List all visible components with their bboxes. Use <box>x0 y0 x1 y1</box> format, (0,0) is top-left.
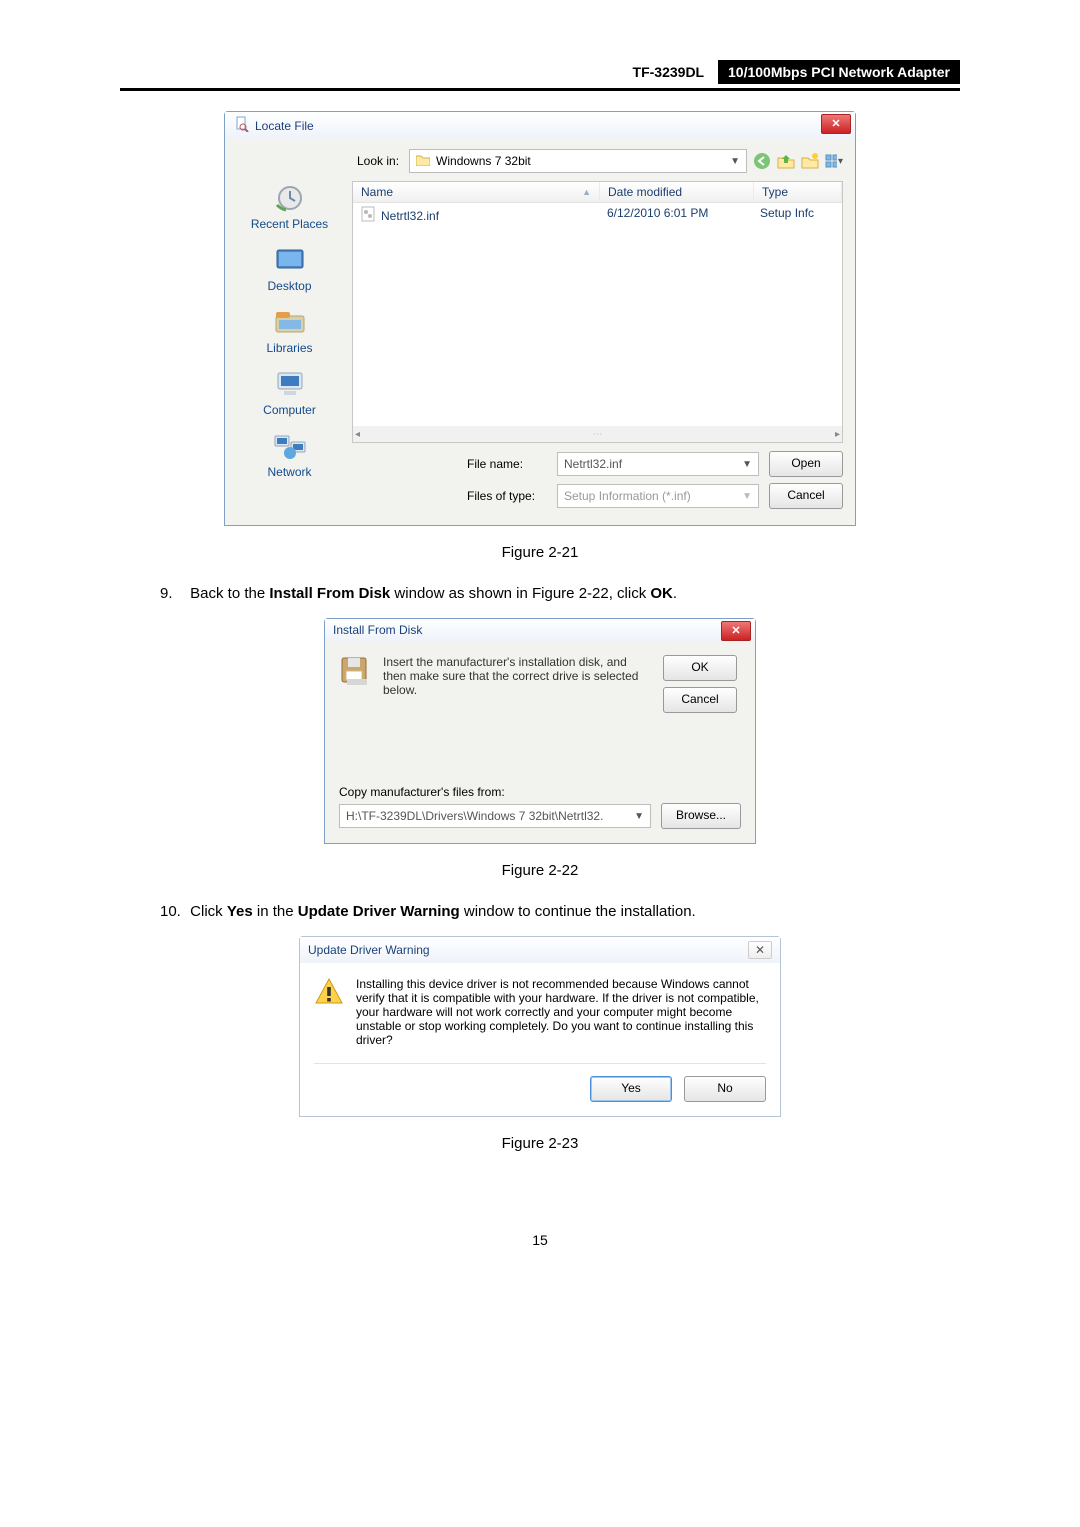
yes-button[interactable]: Yes <box>590 1076 672 1102</box>
chevron-down-icon: ▼ <box>742 459 752 470</box>
model-code: TF-3239DL <box>623 60 715 84</box>
libraries-icon <box>269 305 311 339</box>
search-file-icon <box>233 116 249 135</box>
cancel-button[interactable]: Cancel <box>663 687 737 713</box>
floppy-disk-icon <box>339 655 371 687</box>
look-in-label: Look in: <box>357 154 399 168</box>
horizontal-scrollbar[interactable]: ◂ ⋯ ▸ <box>353 426 842 442</box>
copy-path-combo[interactable]: H:\TF-3239DL\Drivers\Windows 7 32bit\Net… <box>339 804 651 828</box>
dialog-titlebar: Install From Disk ✕ <box>325 619 755 641</box>
table-row[interactable]: Netrtl32.inf 6/12/2010 6:01 PM Setup Inf… <box>353 203 842 228</box>
new-folder-icon[interactable] <box>801 152 819 170</box>
place-computer[interactable]: Computer <box>237 367 342 417</box>
chevron-down-icon: ▼ <box>730 156 740 167</box>
figure-caption-21: Figure 2-21 <box>120 544 960 561</box>
dialog-title: Update Driver Warning <box>308 943 430 957</box>
col-type-header[interactable]: Type <box>754 182 842 202</box>
page-number: 15 <box>120 1232 960 1248</box>
back-icon[interactable] <box>753 152 771 170</box>
warning-message: Installing this device driver is not rec… <box>356 977 766 1047</box>
desktop-icon <box>269 243 311 277</box>
step-9: 9. Back to the Install From Disk window … <box>160 585 900 602</box>
step-10: 10. Click Yes in the Update Driver Warni… <box>160 903 900 920</box>
file-name-label: File name: <box>467 457 547 471</box>
close-button[interactable]: ✕ <box>721 621 751 641</box>
col-name-header[interactable]: Name ▲ <box>353 182 600 202</box>
place-label: Network <box>237 465 342 479</box>
up-one-level-icon[interactable] <box>777 152 795 170</box>
dialog-titlebar: Locate File ✕ <box>225 112 855 139</box>
look-in-combo[interactable]: Windowns 7 32bit ▼ <box>409 149 747 173</box>
no-button[interactable]: No <box>684 1076 766 1102</box>
dialog-title: Locate File <box>255 119 314 133</box>
files-of-type-label: Files of type: <box>467 489 547 503</box>
dialog-title: Install From Disk <box>333 623 422 637</box>
row-type: Setup Infc <box>752 203 842 228</box>
look-in-value: Windowns 7 32bit <box>436 154 531 168</box>
computer-icon <box>269 367 311 401</box>
dialog-message: Insert the manufacturer's installation d… <box>383 655 651 713</box>
chevron-down-icon: ▾ <box>838 156 843 167</box>
views-menu-icon[interactable]: ▾ <box>825 152 843 170</box>
network-icon <box>269 429 311 463</box>
row-name: Netrtl32.inf <box>381 209 439 223</box>
folder-icon <box>416 154 430 169</box>
scroll-right-icon[interactable]: ▸ <box>835 429 840 440</box>
locate-file-dialog: Locate File ✕ Look in: Windowns 7 32bit … <box>224 111 856 526</box>
row-date: 6/12/2010 6:01 PM <box>599 203 752 228</box>
product-name: 10/100Mbps PCI Network Adapter <box>718 60 960 84</box>
cancel-button[interactable]: Cancel <box>769 483 843 509</box>
column-headers: Name ▲ Date modified Type <box>353 182 842 203</box>
place-libraries[interactable]: Libraries <box>237 305 342 355</box>
file-name-input[interactable]: Netrtl32.inf ▼ <box>557 452 759 476</box>
place-network[interactable]: Network <box>237 429 342 479</box>
update-driver-warning-dialog: Update Driver Warning ✕ Installing this … <box>299 936 781 1117</box>
place-label: Recent Places <box>237 217 342 231</box>
dialog-titlebar: Update Driver Warning ✕ <box>300 937 780 963</box>
recent-places-icon <box>269 181 311 215</box>
figure-caption-23: Figure 2-23 <box>120 1135 960 1152</box>
install-from-disk-dialog: Install From Disk ✕ Insert the manufactu… <box>324 618 756 844</box>
sort-asc-icon: ▲ <box>582 187 591 197</box>
step-number: 10. <box>160 903 186 920</box>
places-bar: Recent Places Desktop Libraries <box>237 181 342 515</box>
chevron-down-icon: ▼ <box>634 811 644 822</box>
close-button[interactable]: ✕ <box>748 941 772 959</box>
figure-caption-22: Figure 2-22 <box>120 862 960 879</box>
copy-from-label: Copy manufacturer's files from: <box>339 785 741 799</box>
ok-button[interactable]: OK <box>663 655 737 681</box>
place-label: Libraries <box>237 341 342 355</box>
page-header: TF-3239DL 10/100Mbps PCI Network Adapter <box>120 60 960 91</box>
place-desktop[interactable]: Desktop <box>237 243 342 293</box>
file-list[interactable]: Name ▲ Date modified Type Netrtl32.inf <box>352 181 843 443</box>
place-recent[interactable]: Recent Places <box>237 181 342 231</box>
chevron-down-icon: ▼ <box>742 491 752 502</box>
browse-button[interactable]: Browse... <box>661 803 741 829</box>
files-of-type-combo: Setup Information (*.inf) ▼ <box>557 484 759 508</box>
step-number: 9. <box>160 585 186 602</box>
inf-file-icon <box>361 206 375 225</box>
place-label: Computer <box>237 403 342 417</box>
warning-icon <box>314 977 344 1007</box>
close-button[interactable]: ✕ <box>821 114 851 134</box>
open-button[interactable]: Open <box>769 451 843 477</box>
place-label: Desktop <box>237 279 342 293</box>
col-date-header[interactable]: Date modified <box>600 182 754 202</box>
